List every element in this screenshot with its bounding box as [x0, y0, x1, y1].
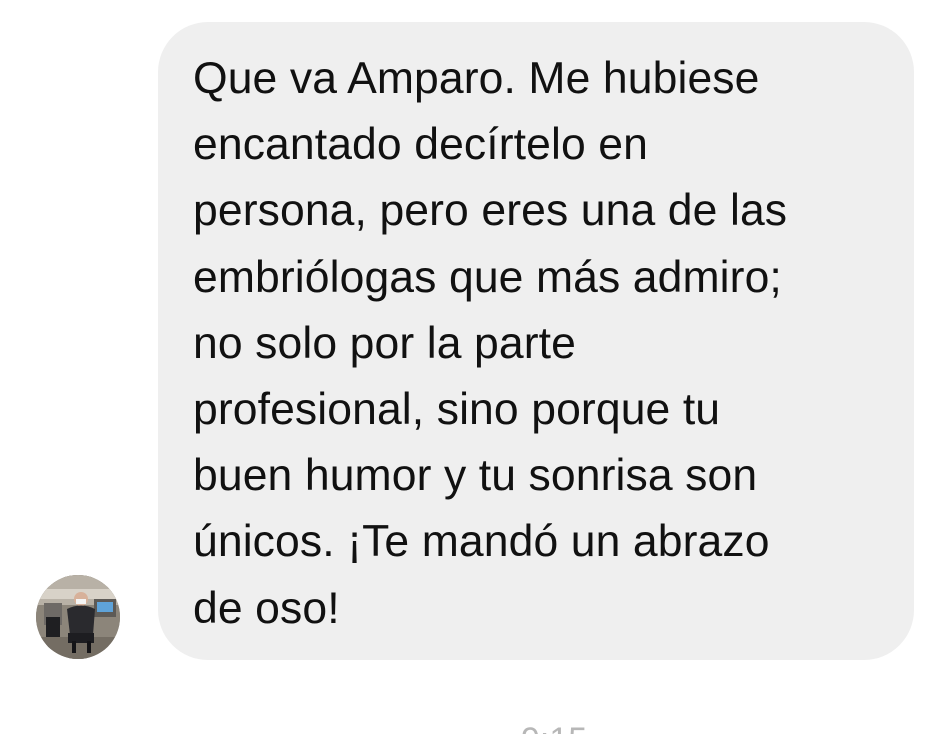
message-line: Que va Amparo. Me hubiese: [193, 54, 760, 103]
message-line: embriólogas que más admiro;: [193, 252, 782, 302]
message-line: no solo por la parte: [193, 318, 576, 368]
avatar-photo: [36, 575, 120, 659]
message-text: Que va Amparo. Me hubiese encantado decí…: [193, 46, 787, 642]
chat-screen: Que va Amparo. Me hubiese encantado decí…: [0, 0, 948, 734]
message-line: persona, pero eres una de las: [193, 186, 788, 236]
message-line: de oso!: [193, 583, 340, 633]
message-line: buen humor y tu sonrisa son: [193, 451, 758, 501]
message-line: únicos. ¡Te mandó un abrazo: [193, 517, 770, 567]
sender-avatar[interactable]: [36, 575, 120, 659]
message-line: encantado decírtelo en: [193, 120, 648, 170]
message-timestamp: 9:15: [521, 720, 587, 734]
message-line: profesional, sino porque tu: [193, 385, 721, 435]
